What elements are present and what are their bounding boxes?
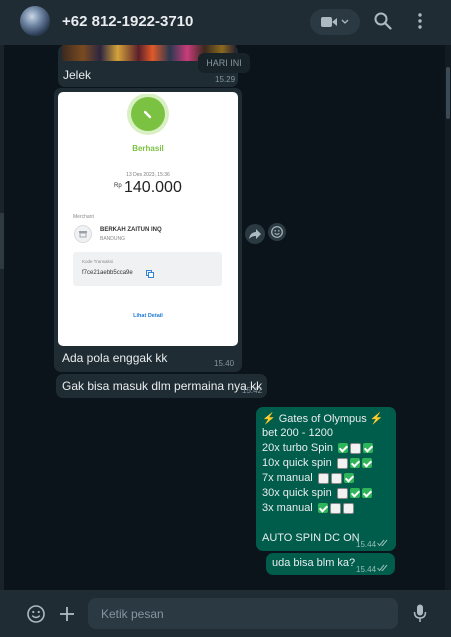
merchant-label: Merchant [73, 214, 94, 220]
receipt-status: Berhasil [132, 144, 164, 153]
green-check-emoji [317, 503, 328, 513]
copy-icon [146, 270, 154, 278]
microphone-icon[interactable] [413, 604, 427, 624]
message-line: 20x turbo Spin [262, 442, 373, 454]
merchant-city: BANDUNG [100, 236, 126, 242]
attach-plus-icon[interactable] [60, 607, 74, 621]
receipt-currency: Rp [114, 183, 122, 189]
white-square-emoji [317, 472, 329, 484]
menu-dots-icon[interactable] [414, 12, 426, 30]
message-time: 15.42 [242, 386, 263, 395]
transaction-id: f7ce21aebb5cca9e [82, 270, 133, 276]
date-badge: HARI INI [198, 53, 250, 73]
message-caption: Ada pola enggak kk [62, 351, 168, 365]
chat-header: +62 812-1922-3710 [0, 0, 451, 45]
message-text: Jelek [63, 68, 92, 82]
line-text: 7x manual [262, 472, 313, 484]
forward-icon [249, 229, 261, 239]
receipt-detail-link: Lihat Detail [133, 313, 163, 319]
emoji-icon[interactable] [27, 605, 45, 623]
line-text: 30x quick spin [262, 487, 332, 499]
message-time: 15.44 [356, 565, 377, 574]
contact-avatar[interactable] [20, 6, 50, 36]
message-text: Gak bisa masuk dlm permaina nya kk [62, 379, 263, 393]
message-line: 7x manual [262, 472, 354, 484]
message-input[interactable]: Ketik pesan [88, 598, 398, 629]
message-line: 10x quick spin [262, 457, 372, 469]
line-text: 20x turbo Spin [262, 442, 333, 454]
green-check-emoji [361, 458, 372, 468]
message-line: AUTO SPIN DC ON [262, 532, 360, 544]
store-icon [74, 225, 92, 243]
chevron-down-icon [341, 19, 349, 24]
transaction-label: Kode Transaksi [82, 259, 114, 264]
payment-receipt-image[interactable]: Berhasil 13 Des 2023, 15:36 Rp 140.000 M… [58, 92, 238, 346]
left-scrollbar [0, 45, 4, 590]
receipt-amount: 140.000 [124, 179, 182, 196]
message-time: 15.40 [214, 359, 235, 368]
message-outgoing[interactable]: uda bisa blm ka? 15.44 [266, 553, 395, 575]
message-line: 30x quick spin [262, 487, 372, 499]
receipt-date: 13 Des 2023, 15:36 [126, 172, 170, 178]
emoji-icon [271, 226, 283, 238]
white-square-emoji [349, 442, 361, 454]
message-time: 15.44 [356, 540, 377, 549]
message-input-placeholder: Ketik pesan [101, 607, 164, 621]
search-icon[interactable] [374, 12, 392, 30]
message-text: uda bisa blm ka? [272, 557, 356, 569]
message-time: 15.29 [215, 75, 236, 84]
green-check-emoji [343, 473, 354, 483]
line-text: 3x manual [262, 502, 313, 514]
success-check-icon [127, 94, 169, 135]
green-check-emoji [361, 488, 372, 498]
transaction-box: Kode Transaksi f7ce21aebb5cca9e [73, 252, 222, 286]
merchant-name: BERKAH ZAITUN INQ [100, 227, 162, 233]
forward-button[interactable] [245, 224, 265, 244]
message-line: ⚡ Gates of Olympus ⚡ [262, 413, 384, 425]
video-camera-icon [321, 17, 337, 27]
chat-area[interactable]: Jelek 15.29 HARI INI Berhasil 13 Des 202… [0, 45, 451, 590]
green-check-emoji [349, 488, 360, 498]
green-check-emoji [337, 443, 348, 453]
chat-scrollbar[interactable] [445, 45, 451, 590]
message-incoming[interactable]: Gak bisa masuk dlm permaina nya kk 15.42 [56, 374, 267, 398]
message-composer: Ketik pesan [0, 590, 451, 637]
green-check-emoji [349, 458, 360, 468]
white-square-emoji [330, 472, 342, 484]
contact-name[interactable]: +62 812-1922-3710 [62, 13, 193, 30]
message-line: bet 200 - 1200 [262, 427, 333, 439]
green-check-emoji [362, 443, 373, 453]
line-text: 10x quick spin [262, 457, 332, 469]
white-square-emoji [336, 457, 348, 469]
white-square-emoji [342, 502, 354, 514]
double-check-icon [377, 539, 388, 547]
react-button[interactable] [268, 223, 286, 241]
white-square-emoji [329, 502, 341, 514]
double-check-icon [377, 564, 388, 572]
video-call-button[interactable] [310, 9, 360, 35]
white-square-emoji [336, 487, 348, 499]
message-outgoing[interactable]: ⚡ Gates of Olympus ⚡ bet 200 - 1200 20x … [256, 407, 396, 551]
message-line: 3x manual [262, 502, 354, 514]
